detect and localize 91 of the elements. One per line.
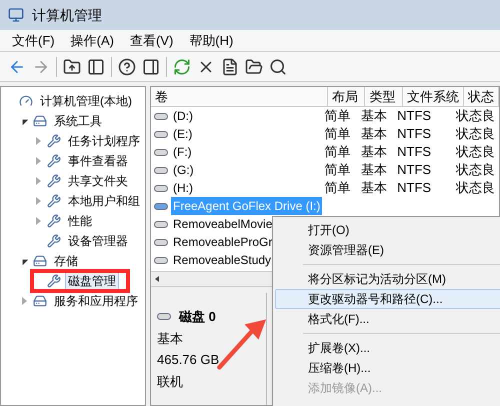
tree-item-icon [33, 254, 47, 268]
window-title: 计算机管理 [32, 6, 102, 24]
scroll-left-icon[interactable] [155, 276, 159, 282]
tree-item[interactable]: 性能 [65, 211, 95, 231]
table-cell-text: NTFS [396, 179, 432, 198]
disk-name: 磁盘 0 [179, 308, 216, 326]
volume-name[interactable]: RemoveabelMovie [171, 215, 274, 233]
tree-item-icon [19, 94, 33, 108]
tree-item[interactable]: 存储 [51, 251, 81, 271]
table-cell-text: 状态良 [454, 161, 496, 180]
document-icon[interactable] [221, 58, 239, 76]
table-cell-text: 简单 [324, 125, 352, 144]
volume-name[interactable]: (F:) [171, 143, 194, 161]
table-cell-text: 状态良 [454, 125, 496, 144]
folder-icon[interactable] [245, 58, 263, 76]
table-cell-text: 状态良 [454, 179, 496, 198]
tree-item[interactable]: 计算机管理(本地) [37, 91, 135, 111]
menu-item[interactable]: 帮助(H) [189, 30, 234, 50]
refresh-icon[interactable] [173, 58, 191, 76]
table-cell-text: 简单 [324, 143, 352, 162]
pointer-arrow-drawing [217, 319, 266, 370]
column-header[interactable]: 布局 [328, 87, 366, 106]
tree-item-icon [47, 134, 61, 148]
help-icon[interactable] [118, 58, 136, 76]
menu-item[interactable]: 操作(A) [70, 30, 114, 50]
column-header[interactable]: 类型 [365, 87, 403, 106]
table-cell-text: NTFS [396, 161, 432, 180]
drive-icon [154, 238, 168, 246]
table-cell-text: 简单 [324, 161, 352, 180]
drive-icon [154, 148, 168, 156]
tree-item[interactable]: 共享文件夹 [65, 171, 131, 191]
table-cell-text: 基本 [360, 125, 388, 144]
computer-icon [8, 7, 24, 23]
drive-icon [154, 256, 168, 264]
drive-icon [154, 220, 168, 228]
context-menu-item[interactable]: 资源管理器(E) [275, 240, 500, 260]
drive-icon [154, 166, 168, 174]
table-cell-text: NTFS [396, 125, 432, 144]
tree-item[interactable]: 服务和应用程序 [51, 291, 141, 311]
column-header[interactable]: 卷 [151, 87, 328, 106]
tree-item[interactable]: 系统工具 [51, 111, 105, 131]
tree-item-icon [33, 294, 47, 308]
folder-up-icon[interactable] [63, 58, 81, 76]
panel-icon[interactable] [142, 58, 160, 76]
tree-item[interactable]: 本地用户和组 [65, 191, 143, 211]
table-cell-text: 基本 [360, 143, 388, 162]
table-cell-text: 基本 [360, 179, 388, 198]
drive-icon [154, 130, 168, 138]
table-cell-text: 基本 [360, 161, 388, 180]
table-cell-text: 基本 [360, 107, 388, 126]
disk-type: 基本 [157, 330, 184, 348]
context-menu-item[interactable]: 扩展卷(X)... [275, 338, 500, 358]
table-cell-text: 简单 [324, 179, 352, 198]
context-menu-item[interactable]: 更改驱动器号和路径(C)... [275, 289, 500, 309]
column-header[interactable]: 文件系统 [402, 87, 464, 106]
column-header[interactable]: 状态 [464, 87, 499, 106]
tree-item-icon [47, 274, 61, 288]
table-cell-text: 简单 [324, 107, 352, 126]
table-cell-text: NTFS [396, 107, 432, 126]
drive-icon [154, 184, 168, 192]
volume-name[interactable]: (G:) [171, 161, 196, 179]
disk-status: 联机 [157, 372, 184, 390]
drive-icon [154, 202, 168, 210]
volume-name[interactable]: RemoveableProGr [171, 233, 274, 251]
menu-item[interactable]: 文件(F) [12, 30, 55, 50]
context-menu-item[interactable]: 将分区标记为活动分区(M) [275, 269, 500, 289]
tree-item-icon [47, 194, 61, 208]
tree-item-icon [47, 154, 61, 168]
tree-item-icon [33, 114, 47, 128]
volume-name[interactable]: RemoveableStudy [171, 251, 274, 269]
table-cell-text: 状态良 [454, 143, 496, 162]
tree-item[interactable]: 任务计划程序 [65, 131, 143, 151]
context-menu-item[interactable]: 打开(O) [275, 220, 500, 240]
tree-item[interactable]: 事件查看器 [65, 151, 131, 171]
search-icon[interactable] [269, 58, 287, 76]
drive-icon [154, 112, 168, 120]
drive-icon [157, 313, 171, 320]
volume-name[interactable]: (H:) [171, 179, 195, 197]
table-cell-text: NTFS [396, 143, 432, 162]
context-menu-item[interactable]: 压缩卷(H)... [275, 358, 500, 378]
disk-size: 465.76 GB [157, 351, 220, 369]
table-cell-text: 状态良 [454, 107, 496, 126]
tree-item-icon [47, 214, 61, 228]
menu-item[interactable]: 查看(V) [130, 30, 174, 50]
volume-name[interactable]: (E:) [171, 125, 194, 143]
panel-icon[interactable] [87, 58, 105, 76]
tree-item[interactable]: 设备管理器 [65, 231, 131, 251]
tree-item-icon [47, 174, 61, 188]
context-menu-item[interactable]: 格式化(F)... [275, 309, 500, 329]
volume-name[interactable]: (D:) [171, 107, 195, 125]
tree-item-icon [47, 234, 61, 248]
